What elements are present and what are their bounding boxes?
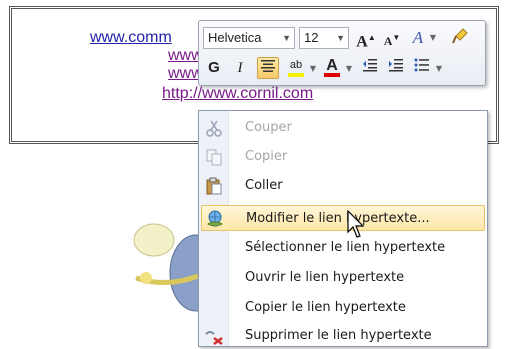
menu-label: Ouvrir le lien hypertexte [245,270,405,285]
menu-label: Couper [245,120,292,135]
menu-item-ouvrir-lien[interactable]: Ouvrir le lien hypertexte [201,265,485,291]
styles-button[interactable]: A [407,27,429,49]
mini-formatting-toolbar: Helvetica ▼ 12 ▼ A▲ A▼ A ▼ G I ab ▼ A ▼ … [198,20,486,86]
chevron-down-icon[interactable]: ▼ [435,64,443,73]
decrease-indent-button[interactable] [359,57,381,79]
remove-hyperlink-icon [205,331,223,345]
font-name-combo[interactable]: Helvetica ▼ [203,27,295,49]
clipart-image [133,223,206,312]
font-color-bar [324,73,340,77]
grow-font-button[interactable]: A▲ [355,27,377,51]
menu-label: Modifier le lien hypertexte... [246,211,430,226]
context-menu: Couper Copier Coller Modifier le lien hy… [198,110,488,347]
decrease-indent-icon [363,59,377,72]
increase-indent-button[interactable] [385,57,407,79]
styles-glyph: A [412,28,424,47]
menu-item-copier[interactable]: Copier [201,144,485,170]
highlight-color-bar [288,73,304,77]
menu-label: Coller [245,178,283,193]
center-align-button[interactable] [257,57,279,79]
highlight-glyph: ab [289,59,303,71]
edit-hyperlink-icon [206,210,224,227]
chevron-down-icon[interactable]: ▼ [429,33,437,42]
bullets-button[interactable] [411,57,433,79]
highlight-button[interactable]: ab [285,57,307,79]
mouse-pointer-icon [347,210,365,238]
bold-glyph: G [208,59,220,76]
chevron-down-icon: ▼ [336,33,345,43]
hyperlink-1[interactable]: www.comm [90,29,172,47]
menu-item-supprimer-lien[interactable]: Supprimer le lien hypertexte [201,323,485,349]
increase-indent-icon [389,59,403,72]
font-color-button[interactable]: A [321,57,343,79]
menu-label: Copier [245,149,288,164]
chevron-down-icon: ▼ [282,33,291,43]
scissors-icon [206,120,222,137]
format-painter-button[interactable] [449,27,471,49]
font-color-glyph: A [326,57,338,74]
menu-item-coller[interactable]: Coller [201,173,485,199]
menu-item-couper[interactable]: Couper [201,115,485,141]
shrink-font-button[interactable]: A▼ [381,27,403,49]
font-size-value: 12 [304,30,319,45]
italic-glyph: I [237,60,243,76]
menu-label: Sélectionner le lien hypertexte [245,240,446,255]
menu-item-selectionner-lien[interactable]: Sélectionner le lien hypertexte [201,235,485,261]
font-name-value: Helvetica [208,30,262,45]
menu-label: Copier le lien hypertexte [245,300,406,315]
format-painter-icon [452,28,468,44]
menu-item-modifier-lien[interactable]: Modifier le lien hypertexte... [201,205,485,231]
copy-icon [206,149,222,166]
align-center-icon [261,60,275,72]
chevron-down-icon[interactable]: ▼ [309,64,317,73]
bold-button[interactable]: G [203,57,225,79]
hyperlink-cornil[interactable]: http://www.cornil.com [162,85,313,103]
chevron-down-icon[interactable]: ▼ [345,64,353,73]
menu-item-copier-lien[interactable]: Copier le lien hypertexte [201,295,485,321]
grow-font-glyph: A [356,33,368,51]
italic-button[interactable]: I [229,57,251,79]
paste-icon [206,177,222,195]
font-size-combo[interactable]: 12 ▼ [299,27,349,49]
menu-label: Supprimer le lien hypertexte [245,328,432,343]
bullets-icon [414,58,429,72]
